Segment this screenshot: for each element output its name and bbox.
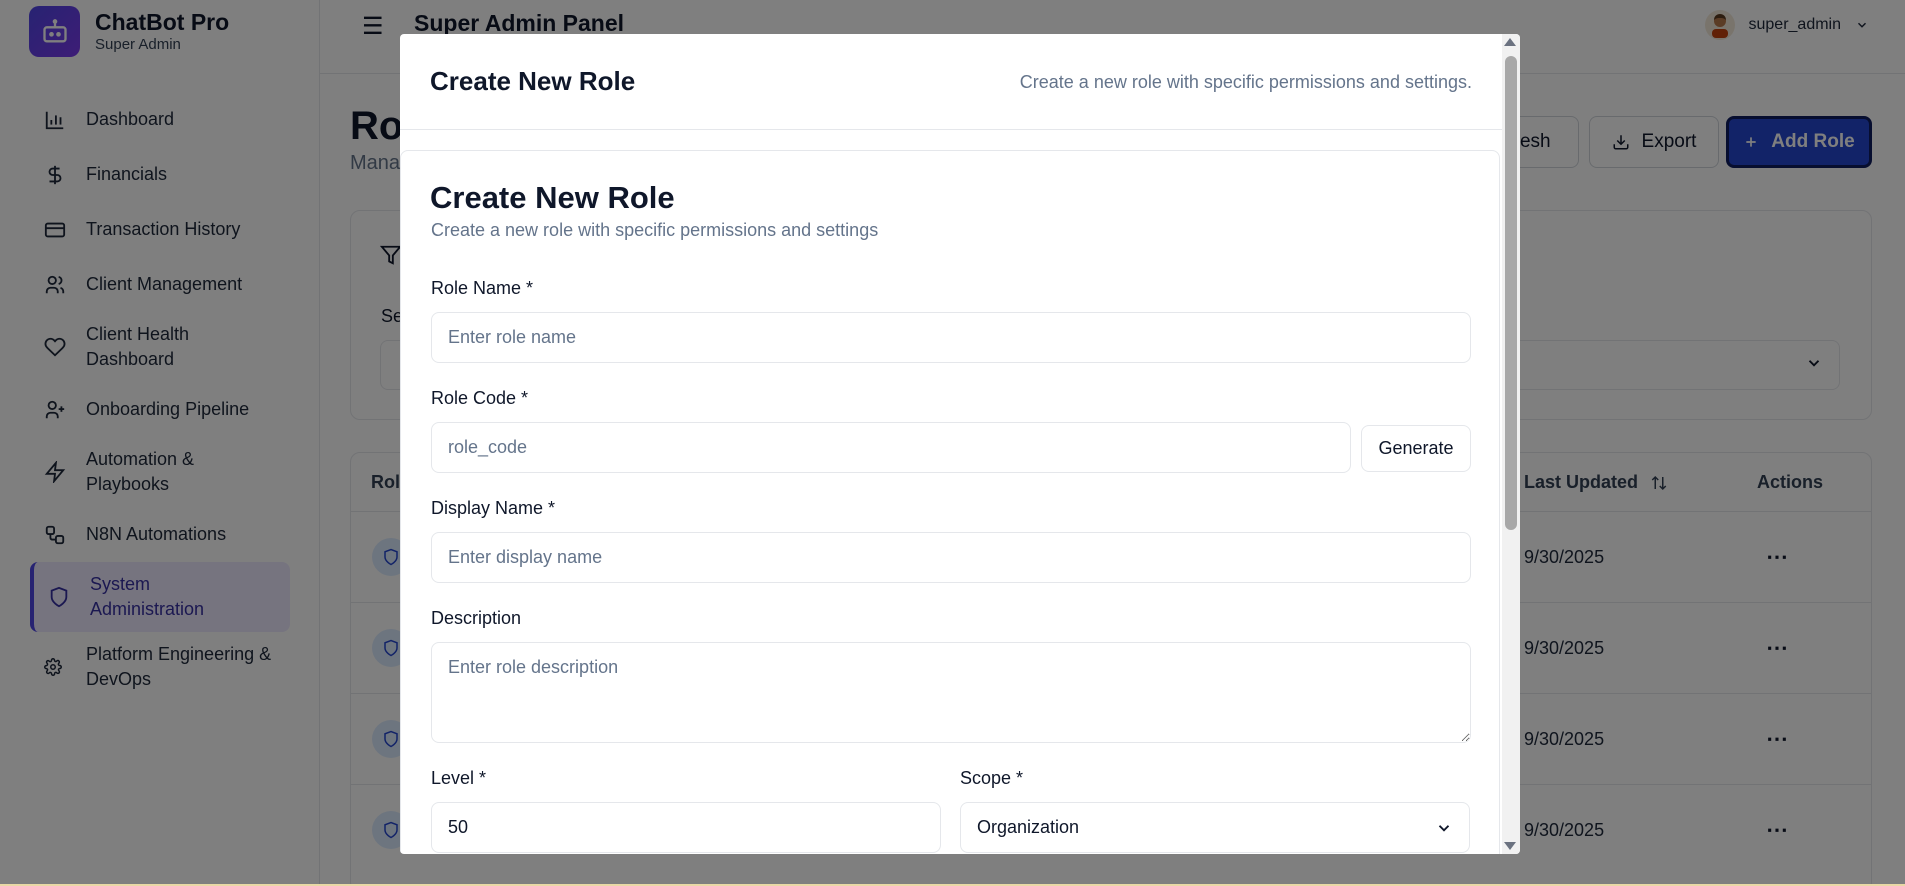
dialog-description: Create a new role with specific permissi… xyxy=(1019,72,1472,92)
level-label: Level * xyxy=(431,768,487,788)
scroll-up-arrow-icon[interactable] xyxy=(1504,38,1516,46)
level-input[interactable] xyxy=(431,802,941,853)
scope-label: Scope * xyxy=(960,768,1024,788)
scrollbar-thumb[interactable] xyxy=(1505,56,1517,530)
dialog-title: Create New Role xyxy=(430,66,636,96)
display-name-input[interactable] xyxy=(431,532,1471,583)
role-form-card xyxy=(400,150,1500,854)
role-name-label: Role Name * xyxy=(431,278,534,298)
generate-code-button[interactable]: Generate xyxy=(1361,425,1471,472)
dialog-scrollbar[interactable] xyxy=(1502,34,1520,854)
dialog-header: Create New Role Create a new role with s… xyxy=(400,34,1520,130)
form-subtitle: Create a new role with specific permissi… xyxy=(431,220,879,240)
form-title: Create New Role xyxy=(430,180,675,215)
display-name-label: Display Name * xyxy=(431,498,556,518)
chevron-down-icon xyxy=(1435,819,1453,837)
role-name-input[interactable] xyxy=(431,312,1471,363)
scope-select-value: Organization xyxy=(977,817,1080,837)
role-code-input[interactable] xyxy=(431,422,1351,473)
create-role-dialog: Create New Role Create a new role with s… xyxy=(400,34,1520,854)
description-textarea[interactable] xyxy=(431,642,1471,743)
scope-select[interactable]: Organization xyxy=(960,802,1470,853)
description-label: Description xyxy=(431,608,522,628)
scroll-down-arrow-icon[interactable] xyxy=(1504,842,1516,850)
role-code-label: Role Code * xyxy=(431,388,529,408)
